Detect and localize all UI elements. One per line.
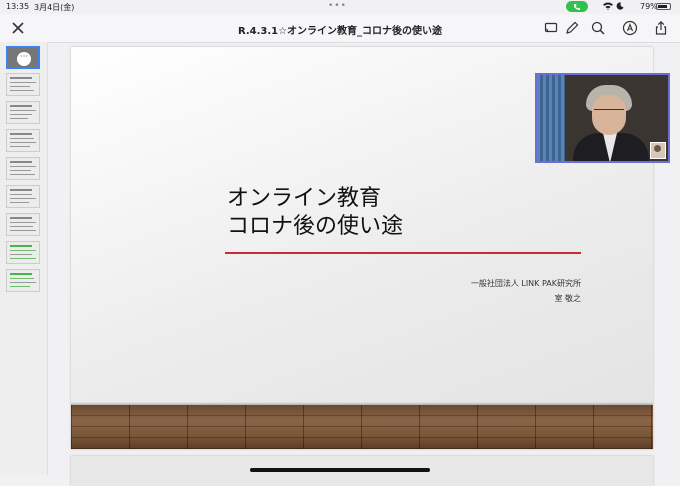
slide-title: オンライン教育 コロナ後の使い途: [227, 185, 403, 241]
multitasking-dots-icon[interactable]: •••: [328, 1, 347, 11]
share-icon[interactable]: [653, 20, 669, 36]
focus-moon-icon: [616, 2, 624, 12]
page-thumbnail[interactable]: [6, 185, 40, 208]
document-toolbar: R.4.3.1☆オンライン教育_コロナ後の使い途: [0, 14, 680, 43]
page-thumbnail[interactable]: ···: [6, 46, 40, 69]
video-person-glasses: [594, 109, 624, 116]
page-thumbnail[interactable]: [6, 213, 40, 236]
wooden-floor-image: [71, 405, 653, 449]
page-thumbnail[interactable]: [6, 73, 40, 96]
self-view-person: [654, 145, 661, 152]
slide-author: 室 敬之: [554, 294, 581, 303]
status-time: 13:35: [6, 2, 30, 11]
title-underline: [225, 252, 581, 254]
video-background-curtain: [537, 75, 565, 161]
page-thumbnail[interactable]: [6, 269, 40, 292]
slide-title-line1: オンライン教育: [227, 186, 382, 211]
wifi-icon: [603, 2, 613, 12]
self-view-thumbnail[interactable]: [650, 142, 666, 159]
page-thumbnail[interactable]: [6, 241, 40, 264]
home-indicator[interactable]: [250, 468, 430, 472]
active-call-icon[interactable]: [566, 1, 588, 12]
page-thumbnail[interactable]: [6, 129, 40, 152]
thumbnail-more-icon[interactable]: ···: [17, 52, 31, 66]
pencil-icon[interactable]: [564, 20, 580, 36]
video-call-window[interactable]: [535, 73, 670, 163]
markup-icon[interactable]: [622, 20, 638, 36]
slide-title-line2: コロナ後の使い途: [227, 214, 404, 239]
battery-icon: [656, 3, 671, 10]
page-thumbnail[interactable]: [6, 157, 40, 180]
slide-organization: 一般社団法人 LINK PAK研究所: [470, 279, 581, 288]
screen-share-icon[interactable]: [543, 20, 559, 36]
status-date: 3月4日(金): [34, 3, 75, 12]
page-thumbnail[interactable]: [6, 101, 40, 124]
search-icon[interactable]: [590, 20, 606, 36]
page-thumbnail-sidebar: ···: [0, 42, 48, 475]
status-bar: 13:35 3月4日(金) ••• 79%: [0, 0, 680, 14]
battery-fill: [658, 5, 667, 8]
